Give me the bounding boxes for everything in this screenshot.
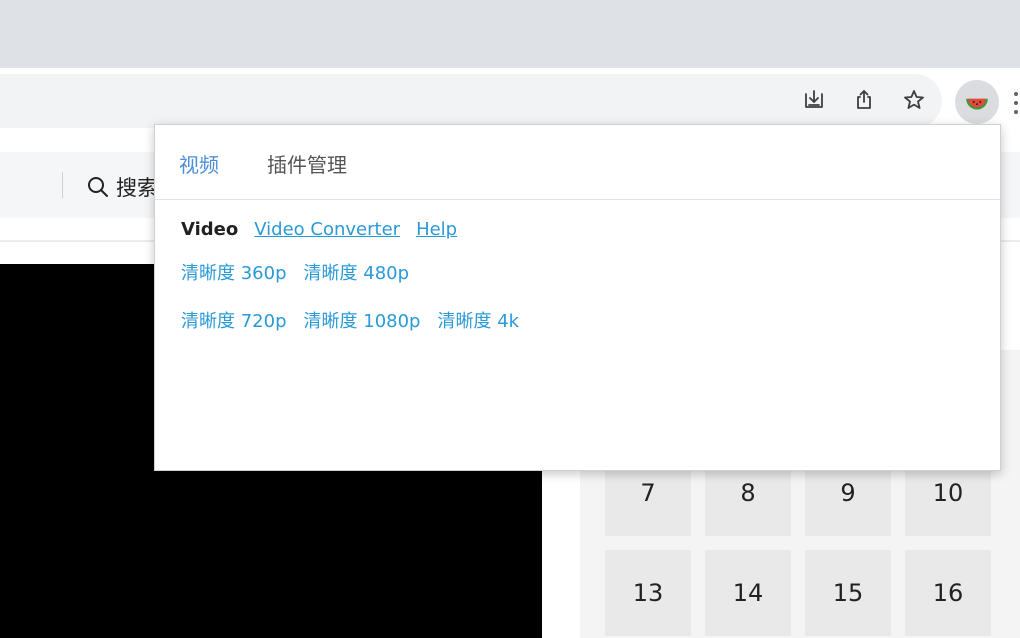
search-icon: [88, 177, 108, 197]
star-icon[interactable]: [900, 86, 928, 114]
popup-nav: Video Video Converter Help: [181, 219, 473, 240]
video-converter-link[interactable]: Video Converter: [254, 219, 400, 240]
download-icon[interactable]: [800, 86, 828, 114]
tab-strip: [0, 0, 1020, 68]
help-link[interactable]: Help: [416, 219, 457, 240]
quality-360p-link[interactable]: 清晰度 360p: [181, 259, 287, 285]
share-icon[interactable]: [850, 86, 878, 114]
tab-plugin-management[interactable]: 插件管理: [267, 149, 347, 178]
nav-title: Video: [181, 219, 239, 240]
search-label: 搜索: [116, 176, 158, 200]
quality-row: 清晰度 720p 清晰度 1080p 清晰度 4k: [181, 307, 536, 333]
episode-cell[interactable]: 15: [805, 550, 891, 636]
search-button[interactable]: 搜索: [86, 172, 158, 202]
quality-720p-link[interactable]: 清晰度 720p: [181, 307, 287, 333]
quality-4k-link[interactable]: 清晰度 4k: [437, 307, 519, 333]
watermelon-extension-icon: [966, 98, 988, 110]
quality-row: 清晰度 360p 清晰度 480p: [181, 259, 426, 285]
menu-dots-icon[interactable]: [1014, 90, 1020, 114]
header-divider: [62, 172, 63, 198]
episode-cell[interactable]: 14: [705, 550, 791, 636]
quality-1080p-link[interactable]: 清晰度 1080p: [304, 307, 421, 333]
quality-480p-link[interactable]: 清晰度 480p: [304, 259, 410, 285]
watermelon-extension-button[interactable]: [955, 80, 999, 124]
episode-cell[interactable]: 13: [605, 550, 691, 636]
popup-divider: [155, 199, 1000, 200]
tab-video[interactable]: 视频: [179, 149, 219, 178]
extension-popup: 视频 插件管理 Video Video Converter Help 清晰度 3…: [154, 124, 1001, 471]
episode-cell[interactable]: 16: [905, 550, 991, 636]
